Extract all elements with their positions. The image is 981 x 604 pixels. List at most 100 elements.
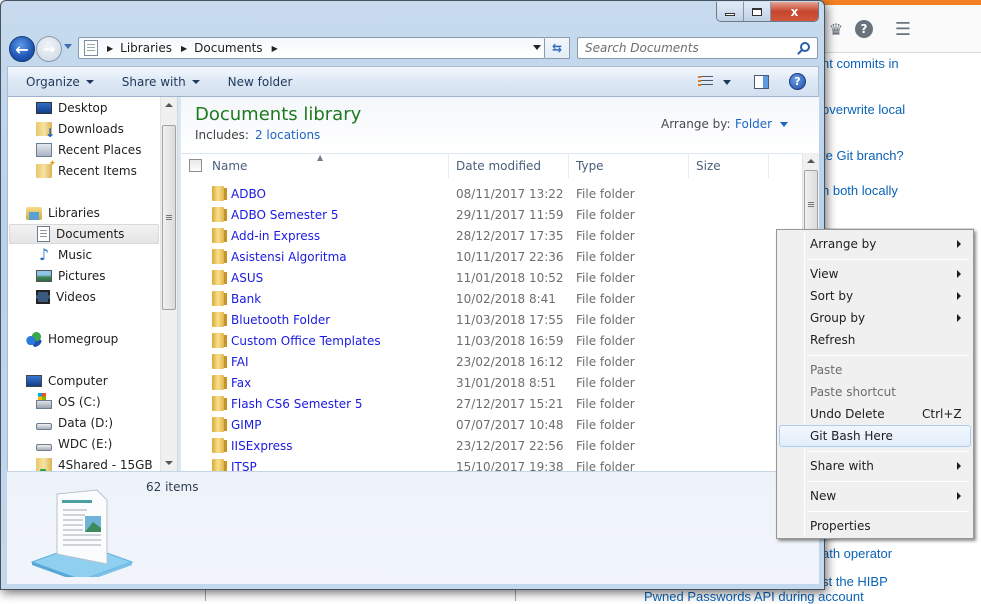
scrollbar-thumb[interactable] [162, 125, 176, 310]
breadcrumb-chevron-icon[interactable]: ▶ [181, 44, 187, 53]
menu-item-sort-by[interactable]: Sort by [779, 285, 971, 307]
question-link[interactable]: nt commits in [822, 56, 899, 71]
file-row[interactable]: Fax 31/01/2018 8:51 File folder [181, 373, 802, 394]
breadcrumb-chevron-icon[interactable]: ▶ [272, 44, 278, 53]
file-type: File folder [576, 229, 635, 243]
nav-item-videos[interactable]: Videos [36, 287, 96, 307]
videos-icon [36, 290, 50, 304]
column-header: ▲ Name Date modified Type Size [181, 153, 802, 178]
file-row[interactable]: ITSP 15/10/2017 19:38 File folder [181, 457, 802, 471]
search-icon[interactable] [800, 42, 810, 52]
file-row[interactable]: ADBO 08/11/2017 13:22 File folder [181, 184, 802, 205]
file-row[interactable]: Flash CS6 Semester 5 27/12/2017 15:21 File… [181, 394, 802, 415]
file-row[interactable]: FAI 23/02/2018 16:12 File folder [181, 352, 802, 373]
breadcrumb-chevron-icon[interactable]: ▶ [107, 44, 113, 53]
nav-item-computer[interactable]: Computer [26, 371, 108, 391]
menu-item-arrange-by[interactable]: Arrange by [779, 233, 971, 255]
forward-button[interactable]: → [36, 36, 62, 62]
nav-item-drive-d[interactable]: Data (D:) [36, 413, 113, 433]
menu-separator [807, 511, 969, 512]
nav-item-label: 4Shared - 15GB [58, 458, 153, 471]
column-type[interactable]: Type [569, 154, 689, 178]
locations-link[interactable]: 2 locations [255, 128, 320, 142]
menu-item-git-bash-here[interactable]: Git Bash Here [779, 425, 971, 447]
menu-item-share-with[interactable]: Share with [779, 455, 971, 477]
file-row[interactable]: Add-in Express 28/12/2017 17:35 File folde… [181, 226, 802, 247]
column-size[interactable]: Size [689, 154, 769, 178]
search-input[interactable]: Search Documents [577, 37, 818, 59]
nav-item-drive-e[interactable]: WDC (E:) [36, 434, 112, 454]
arrange-by-dropdown[interactable]: Folder [735, 117, 789, 131]
question-link[interactable]: overwrite local [822, 102, 905, 117]
menu-item-new[interactable]: New [779, 485, 971, 507]
address-bar[interactable]: ▶ Libraries ▶ Documents ▶ [78, 37, 545, 59]
scroll-up-icon[interactable] [165, 103, 173, 107]
trophy-icon[interactable]: ♛ [826, 20, 846, 40]
menu-item-properties[interactable]: Properties [779, 515, 971, 537]
nav-item-desktop[interactable]: Desktop [36, 98, 108, 118]
back-button[interactable]: ← [9, 36, 35, 62]
breadcrumb-libraries[interactable]: Libraries [120, 41, 172, 55]
minimize-icon [725, 13, 735, 16]
minimize-button[interactable] [717, 2, 744, 21]
column-label: Date modified [456, 159, 542, 173]
refresh-button[interactable]: ⇆ [545, 37, 570, 59]
nav-item-4shared[interactable]: 4Shared - 15GB [36, 455, 153, 471]
question-link[interactable]: ath operator [822, 546, 892, 561]
file-row[interactable]: Asistensi Algoritma 10/11/2017 22:36 File … [181, 247, 802, 268]
view-options-dropdown[interactable] [723, 80, 731, 85]
nav-item-recent-items[interactable]: Recent Items [36, 159, 137, 181]
address-history-dropdown[interactable] [533, 45, 541, 50]
chevron-down-icon [191, 79, 200, 84]
preview-pane-icon[interactable] [754, 75, 769, 89]
file-name: ASUS [231, 271, 264, 285]
change-view-icon[interactable] [698, 76, 713, 88]
nav-item-music[interactable]: ♪ Music [36, 245, 92, 265]
inbox-icon[interactable]: ☰ [893, 20, 913, 40]
file-row[interactable]: IISExpress 23/12/2017 22:56 File folder [181, 436, 802, 457]
column-date-modified[interactable]: Date modified [449, 154, 569, 178]
nav-item-homegroup[interactable]: Homegroup [26, 329, 118, 349]
nav-item-drive-c[interactable]: OS (C:) [36, 392, 101, 412]
nav-item-libraries[interactable]: Libraries [26, 203, 100, 223]
nav-item-recent-places[interactable]: Recent Places [36, 140, 141, 160]
menu-item-undo-delete[interactable]: Undo Delete Ctrl+Z [779, 403, 971, 425]
share-with-button[interactable]: Share with [116, 75, 206, 89]
maximize-button[interactable] [744, 2, 771, 21]
file-row[interactable]: ADBO Semester 5 29/11/2017 11:59 File fold… [181, 205, 802, 226]
nav-item-downloads[interactable]: Downloads [36, 119, 124, 140]
question-link[interactable]: st the HIBP [822, 574, 888, 589]
new-folder-button[interactable]: New folder [222, 75, 299, 89]
file-row[interactable]: Custom Office Templates 11/03/2018 16:59 F… [181, 331, 802, 352]
nav-item-documents[interactable]: Documents [9, 224, 159, 244]
menu-item-view[interactable]: View [779, 263, 971, 285]
question-link[interactable]: Pwned Passwords API during account [644, 589, 864, 604]
caption-buttons: x [716, 2, 819, 22]
menu-item-paste-shortcut: Paste shortcut [779, 381, 971, 403]
close-button[interactable]: x [771, 2, 818, 21]
recent-pages-dropdown[interactable] [64, 44, 72, 49]
file-row[interactable]: Bluetooth Folder 11/03/2018 17:55 File fol… [181, 310, 802, 331]
file-type: File folder [576, 355, 635, 369]
column-name[interactable]: ▲ Name [181, 153, 449, 178]
menu-separator [807, 259, 969, 260]
breadcrumb-documents[interactable]: Documents [194, 41, 262, 55]
help-icon[interactable]: ? [855, 20, 873, 38]
menu-item-refresh[interactable]: Refresh [779, 329, 971, 351]
scroll-up-icon[interactable] [807, 159, 815, 163]
scroll-down-icon[interactable] [165, 461, 173, 465]
nav-item-pictures[interactable]: Pictures [36, 266, 106, 286]
question-link[interactable]: te Git branch? [822, 148, 904, 163]
file-date: 11/01/2018 10:52 [456, 271, 564, 285]
question-link[interactable]: h both locally [822, 183, 898, 198]
help-icon[interactable]: ? [789, 73, 806, 90]
nav-pane-scrollbar[interactable] [160, 97, 177, 471]
downloads-icon [36, 122, 55, 140]
file-row[interactable]: GIMP 07/07/2017 10:48 File folder [181, 415, 802, 436]
file-row[interactable]: ASUS 11/01/2018 10:52 File folder [181, 268, 802, 289]
desktop-icon [36, 102, 52, 114]
menu-item-group-by[interactable]: Group by [779, 307, 971, 329]
file-name: ITSP [231, 460, 257, 471]
organize-button[interactable]: Organize [20, 75, 100, 89]
file-row[interactable]: Bank 10/02/2018 8:41 File folder [181, 289, 802, 310]
